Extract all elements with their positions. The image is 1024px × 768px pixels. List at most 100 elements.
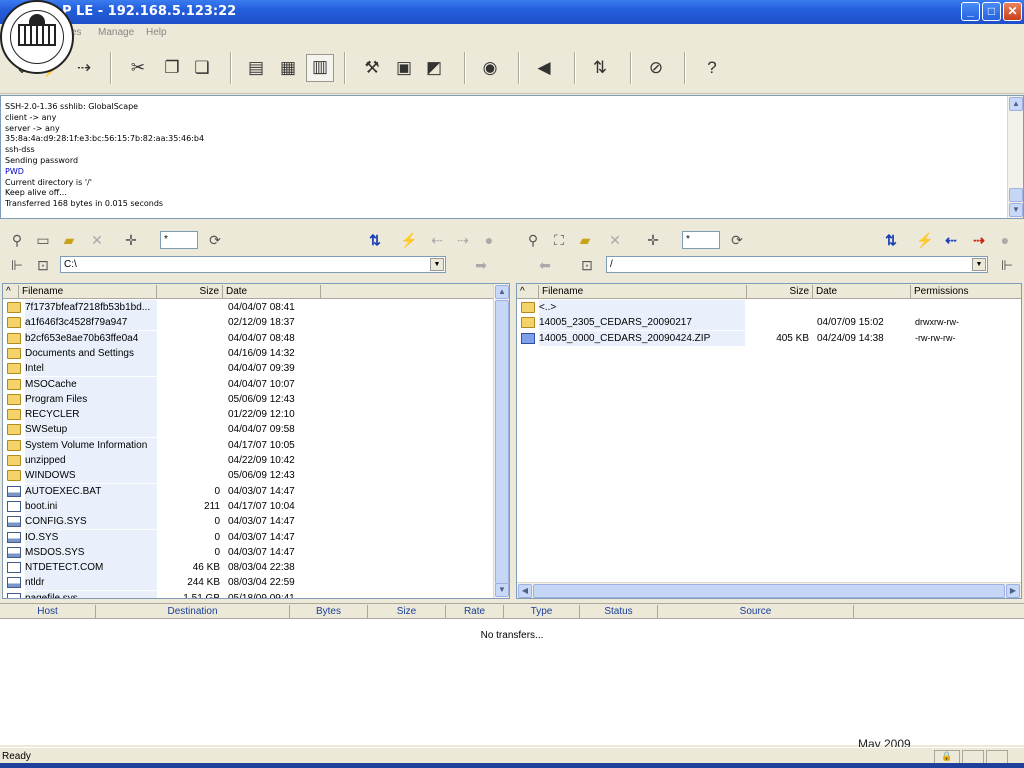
local-filter-input[interactable]: * — [160, 231, 198, 249]
transfer-col-bytes[interactable]: Bytes — [290, 605, 368, 618]
new-folder-icon[interactable]: ▰ — [60, 231, 78, 249]
log-scrollbar[interactable]: ▲ ▼ — [1007, 96, 1023, 218]
menu-help[interactable]: Help — [146, 27, 167, 38]
tree-icon[interactable]: ⊩ — [998, 256, 1016, 274]
menu-manage[interactable]: Manage — [98, 27, 134, 38]
chevron-down-icon[interactable]: ▼ — [430, 258, 444, 271]
chevron-down-icon[interactable]: ▼ — [972, 258, 986, 271]
find-icon[interactable]: ⚲ — [8, 231, 26, 249]
attributes-icon[interactable]: ✛ — [122, 231, 140, 249]
list-item[interactable]: CONFIG.SYS 0 04/03/07 14:47 — [3, 514, 493, 530]
list-item[interactable]: boot.ini 211 04/17/07 10:04 — [3, 498, 493, 514]
list-item[interactable]: SWSetup 04/04/07 09:58 — [3, 422, 493, 438]
col-size[interactable]: Size — [747, 285, 813, 299]
list-item[interactable]: pagefile.sys 1.51 GB 05/18/09 09:41 — [3, 590, 493, 598]
list-item[interactable]: unzipped 04/22/09 10:42 — [3, 453, 493, 468]
fullscreen-icon[interactable]: ⛶ — [550, 231, 568, 249]
transfer-col-destination[interactable]: Destination — [96, 605, 290, 618]
col-date[interactable]: Date — [223, 285, 321, 299]
col-filename[interactable]: Filename — [19, 285, 157, 299]
list-item[interactable]: Program Files 05/06/09 12:43 — [3, 391, 493, 407]
copy-icon[interactable]: ❐ — [160, 56, 184, 80]
transfer-right-icon[interactable]: ⇢ — [970, 231, 988, 249]
list-item[interactable]: 14005_0000_CEDARS_20090424.ZIP 405 KB 04/2… — [517, 330, 1021, 346]
local-path-input[interactable]: C:\ ▼ — [60, 256, 446, 273]
stop-transfer-icon[interactable]: ● — [480, 231, 498, 249]
help-icon[interactable]: ? — [700, 56, 724, 80]
transfer-col-size[interactable]: Size — [368, 605, 446, 618]
col-permissions[interactable]: Permissions — [911, 285, 1021, 299]
list-item[interactable]: a1f646f3c4528f79a947 02/12/09 18:37 — [3, 315, 493, 331]
scroll-thumb[interactable] — [533, 584, 1005, 598]
up-folder-icon[interactable]: ⊡ — [578, 256, 596, 274]
remote-path-input[interactable]: / ▼ — [606, 256, 988, 273]
sync-icon[interactable]: ⇅ — [588, 56, 612, 80]
sort-icon[interactable]: ⇅ — [366, 231, 384, 249]
scroll-thumb[interactable] — [1009, 188, 1023, 202]
list-item[interactable]: ntldr 244 KB 08/03/04 22:59 — [3, 575, 493, 591]
view-icon[interactable]: ◉ — [478, 56, 502, 80]
view-binary-icon[interactable]: ▦ — [276, 56, 300, 80]
view-details-icon[interactable]: ▥ — [306, 54, 334, 82]
list-item[interactable]: 14005_2305_CEDARS_20090217 04/07/09 15:02… — [517, 315, 1021, 331]
scroll-thumb[interactable] — [495, 300, 509, 584]
col-filename[interactable]: Filename — [539, 285, 747, 299]
col-date[interactable]: Date — [813, 285, 911, 299]
scroll-down-icon[interactable]: ▼ — [1009, 203, 1023, 217]
list-item[interactable]: Documents and Settings 04/16/09 14:32 — [3, 345, 493, 361]
up-folder-icon[interactable]: ⊡ — [34, 256, 52, 274]
list-item[interactable]: NTDETECT.COM 46 KB 08/03/04 22:38 — [3, 560, 493, 576]
scroll-down-icon[interactable]: ▼ — [495, 583, 509, 597]
disconnect-icon[interactable]: ⇢ — [72, 56, 96, 80]
attributes-icon[interactable]: ✛ — [644, 231, 662, 249]
view-list-icon[interactable]: ▤ — [244, 56, 268, 80]
maximize-button[interactable]: □ — [982, 2, 1001, 21]
sort-icon[interactable]: ⇅ — [882, 231, 900, 249]
remote-filter-input[interactable]: * — [682, 231, 720, 249]
transfer-col-rate[interactable]: Rate — [446, 605, 504, 618]
transfer-left-icon[interactable]: ⇠ — [942, 231, 960, 249]
list-item[interactable]: 7f1737bfeaf7218fb53b1bd... 04/04/07 08:41 — [3, 300, 493, 315]
delete-icon[interactable]: ✕ — [88, 231, 106, 249]
list-item[interactable]: WINDOWS 05/06/09 12:43 — [3, 468, 493, 484]
col-size[interactable]: Size — [157, 285, 223, 299]
sort-indicator-icon[interactable]: ^ — [517, 285, 539, 299]
transfer-col-type[interactable]: Type — [504, 605, 580, 618]
tools-icon[interactable]: ⚒ — [360, 56, 384, 80]
list-item[interactable]: AUTOEXEC.BAT 0 04/03/07 14:47 — [3, 483, 493, 499]
scroll-up-icon[interactable]: ▲ — [1009, 97, 1023, 111]
drive-icon[interactable]: ▭ — [34, 231, 52, 249]
list-item[interactable]: Intel 04/04/07 09:39 — [3, 361, 493, 377]
transfer-icon[interactable]: ⚡ — [916, 231, 934, 249]
transfer-col-host[interactable]: Host — [0, 605, 96, 618]
cut-icon[interactable]: ✂ — [126, 56, 150, 80]
transfer-col-source[interactable]: Source — [658, 605, 854, 618]
paste-icon[interactable]: ❏ — [190, 56, 214, 80]
list-item[interactable]: <..> — [517, 300, 1021, 315]
list-item[interactable]: MSOCache 04/04/07 10:07 — [3, 376, 493, 392]
scroll-left-icon[interactable]: ◀ — [518, 584, 532, 598]
local-scrollbar[interactable]: ▲ ▼ — [493, 284, 509, 598]
remote-hscrollbar[interactable]: ◀ ▶ — [517, 582, 1021, 598]
delete-icon[interactable]: ✕ — [606, 231, 624, 249]
list-item[interactable]: MSDOS.SYS 0 04/03/07 14:47 — [3, 544, 493, 560]
go-icon[interactable]: ➡ — [472, 256, 490, 274]
transfer-left-icon[interactable]: ⇠ — [428, 231, 446, 249]
stop-icon[interactable]: ⊘ — [644, 56, 668, 80]
list-item[interactable]: RECYCLER 01/22/09 12:10 — [3, 407, 493, 423]
site-manager-icon[interactable]: ▣ — [392, 56, 416, 80]
text-editor-icon[interactable]: ◩ — [422, 56, 446, 80]
scroll-up-icon[interactable]: ▲ — [495, 285, 509, 299]
stop-transfer-icon[interactable]: ● — [996, 231, 1014, 249]
tree-icon[interactable]: ⊩ — [8, 256, 26, 274]
transfer-icon[interactable]: ⚡ — [400, 231, 418, 249]
new-folder-icon[interactable]: ▰ — [576, 231, 594, 249]
find-icon[interactable]: ⚲ — [524, 231, 542, 249]
sound-icon[interactable]: ◀ — [532, 56, 556, 80]
refresh-icon[interactable]: ⟳ — [728, 231, 746, 249]
sort-indicator-icon[interactable]: ^ — [3, 285, 19, 299]
scroll-right-icon[interactable]: ▶ — [1006, 584, 1020, 598]
close-button[interactable]: ✕ — [1003, 2, 1022, 21]
list-item[interactable]: System Volume Information 04/17/07 10:05 — [3, 437, 493, 453]
transfer-col-status[interactable]: Status — [580, 605, 658, 618]
